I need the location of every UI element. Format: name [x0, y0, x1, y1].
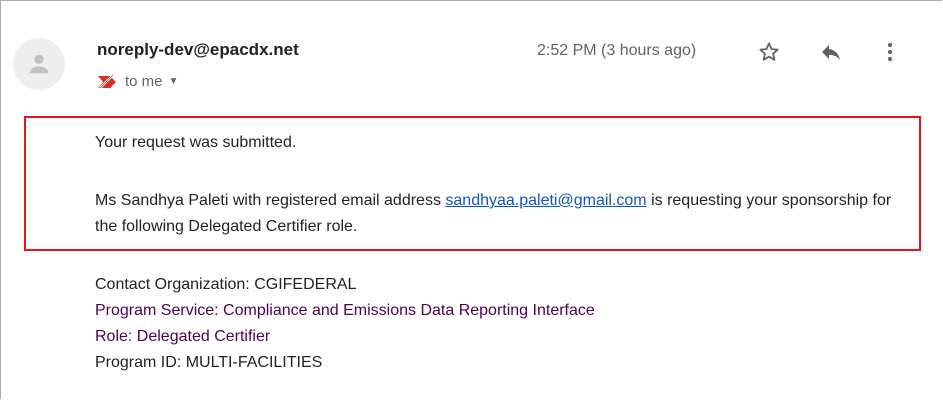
- timestamp: 2:52 PM (3 hours ago): [537, 42, 697, 59]
- person-icon: [29, 54, 49, 74]
- program-service: Program Service: Compliance and Emission…: [95, 302, 595, 319]
- contact-organization: Contact Organization: CGIFEDERAL: [95, 276, 357, 293]
- sender-avatar[interactable]: [13, 38, 65, 90]
- star-button[interactable]: [755, 38, 783, 66]
- body-line-submitted: Your request was submitted.: [95, 134, 297, 151]
- body-paragraph-request: Ms Sandhya Paleti with registered email …: [95, 188, 915, 240]
- more-vert-icon: [888, 43, 892, 61]
- chevron-down-icon[interactable]: ▼: [169, 76, 179, 87]
- recipient-details[interactable]: to me ▼: [97, 73, 178, 90]
- details-list: Contact Organization: CGIFEDERAL Program…: [95, 272, 595, 376]
- more-options-button[interactable]: [876, 38, 904, 66]
- program-id: Program ID: MULTI-FACILITIES: [95, 354, 323, 371]
- email-link[interactable]: sandhyaa.paleti@gmail.com: [445, 192, 646, 209]
- body-text-before-link: Ms Sandhya Paleti with registered email …: [95, 192, 446, 209]
- recipient-label: to me: [125, 73, 163, 90]
- reply-button[interactable]: [817, 38, 845, 66]
- important-marker-icon[interactable]: [97, 73, 117, 90]
- reply-icon: [822, 45, 840, 60]
- sender-address[interactable]: noreply-dev@epacdx.net: [97, 40, 299, 60]
- star-icon: [759, 42, 779, 61]
- role: Role: Delegated Certifier: [95, 328, 271, 345]
